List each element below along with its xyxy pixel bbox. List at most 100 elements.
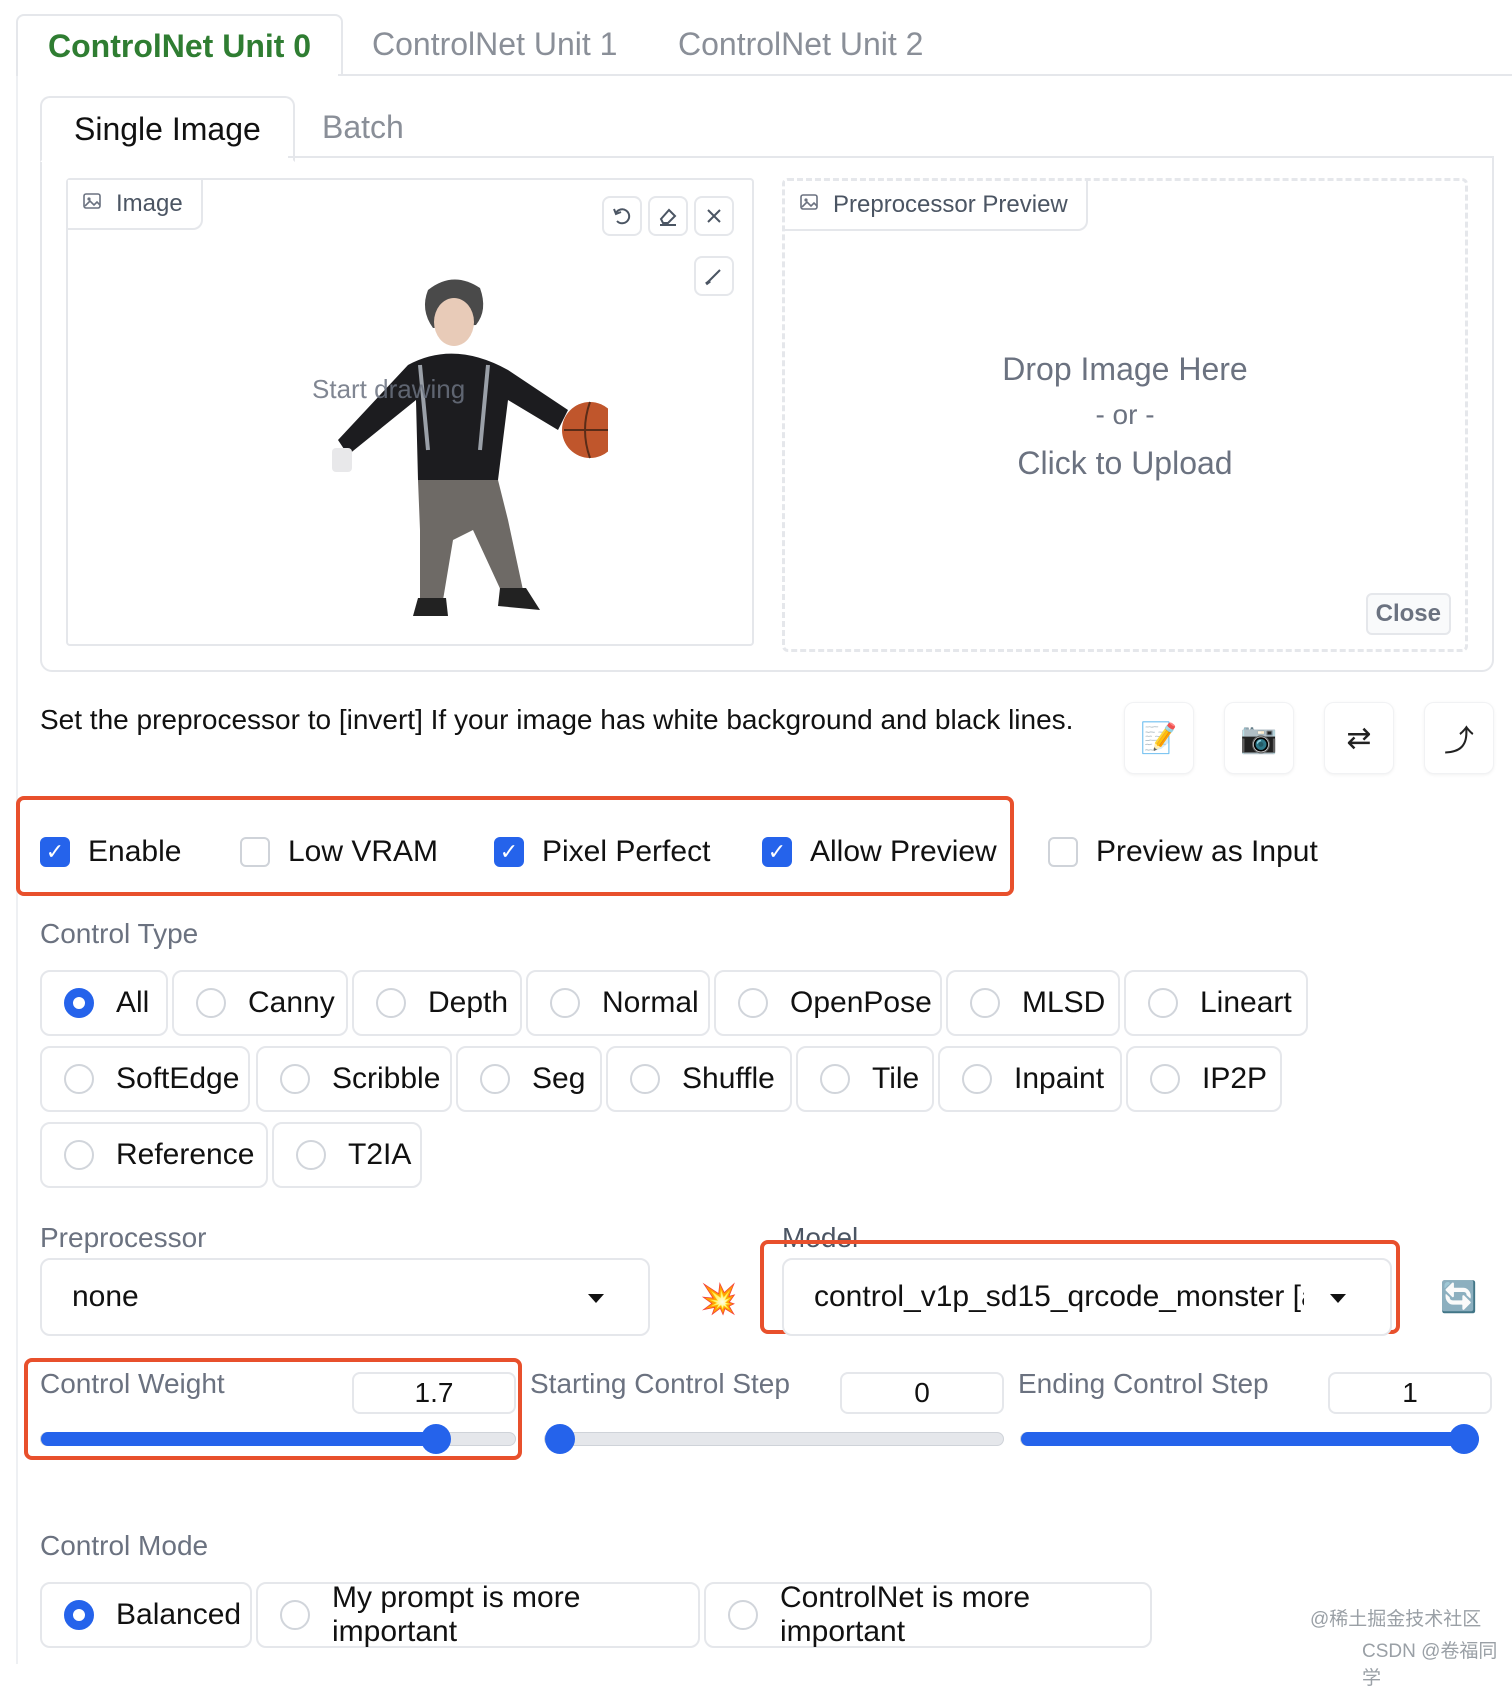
radio-label: Seg [532,1062,586,1095]
radio-label: Lineart [1200,986,1292,1019]
radio-circle[interactable] [1150,1064,1180,1094]
radio-circle[interactable] [1148,988,1178,1018]
tab-controlnet-unit-2[interactable]: ControlNet Unit 2 [678,14,923,74]
radio-circle[interactable] [820,1064,850,1094]
radio-circle[interactable] [962,1064,992,1094]
watermark-juejin: @稀土掘金技术社区 [1310,1609,1482,1630]
radio-circle[interactable] [550,988,580,1018]
radio-circle[interactable] [64,988,94,1018]
tab-single-image[interactable]: Single Image [40,96,295,162]
close-preview-button[interactable]: Close [1365,593,1451,635]
radio-circle[interactable] [738,988,768,1018]
checkbox-box[interactable]: ✓ [40,837,70,867]
preprocessor-preview-dropzone[interactable]: Preprocessor Preview Drop Image Here - o… [782,178,1468,652]
edit-button[interactable]: 📝 [1124,702,1194,774]
radio-label: Normal [602,986,699,1019]
clear-button[interactable] [694,196,734,236]
radio-circle[interactable] [480,1064,510,1094]
control-type-all-radio[interactable]: All [40,970,168,1036]
starting-step-label: Starting Control Step [530,1368,790,1399]
camera-button[interactable]: 📷 [1224,702,1294,774]
radio-circle[interactable] [196,988,226,1018]
radio-label: Tile [872,1062,920,1095]
model-value: control_v1p_sd15_qrcode_monster [a6e5899… [814,1280,1304,1313]
slider-thumb[interactable] [1449,1424,1479,1454]
undo-button[interactable] [602,196,642,236]
control-type-mlsd-radio[interactable]: MLSD [946,970,1120,1036]
radio-circle[interactable] [64,1600,94,1630]
control-type-t2ia-radio[interactable]: T2IA [272,1122,422,1188]
slider-fill [1021,1432,1479,1446]
control-mode-radio-2[interactable]: ControlNet is more important [704,1581,1152,1648]
tab-controlnet-unit-1[interactable]: ControlNet Unit 1 [372,14,617,74]
checkbox-label: Low VRAM [288,835,439,868]
radio-circle[interactable] [64,1064,94,1094]
control-mode-radio-1[interactable]: My prompt is more important [256,1581,700,1648]
image-icon [799,191,819,219]
radio-circle[interactable] [376,988,406,1018]
allow-preview-checkbox[interactable]: ✓ Allow Preview [762,832,997,872]
checkbox-box[interactable] [1048,837,1078,867]
low-vram-checkbox[interactable]: Low VRAM [240,832,438,872]
preview-as-input-checkbox[interactable]: Preview as Input [1048,832,1318,872]
ending-step-slider[interactable] [1020,1424,1479,1454]
radio-circle[interactable] [970,988,1000,1018]
control-type-reference-radio[interactable]: Reference [40,1122,268,1188]
radio-circle[interactable] [64,1140,94,1170]
control-mode-radio-0[interactable]: Balanced [40,1582,252,1648]
control-type-tile-radio[interactable]: Tile [796,1046,934,1112]
tab-divider [338,74,1512,76]
radio-label: Balanced [116,1598,242,1631]
radio-circle[interactable] [280,1600,310,1630]
radio-circle[interactable] [630,1064,660,1094]
checkbox-label: Enable [88,835,182,868]
control-weight-slider[interactable] [40,1424,516,1454]
control-type-softedge-radio[interactable]: SoftEdge [40,1046,250,1112]
canvas-hint: Start drawing [312,374,466,404]
radio-label: Inpaint [1014,1062,1105,1095]
ending-step-input[interactable]: 1 [1328,1372,1492,1414]
checkbox-box[interactable]: ✓ [762,837,792,867]
checkbox-box[interactable]: ✓ [494,837,524,867]
checkbox-box[interactable] [240,837,270,867]
drop-image-text: Drop Image Here [1002,351,1248,387]
control-type-shuffle-radio[interactable]: Shuffle [606,1046,792,1112]
tab-divider [288,156,1492,158]
pixel-perfect-checkbox[interactable]: ✓ Pixel Perfect [494,832,710,872]
slider-thumb[interactable] [421,1424,452,1454]
control-type-normal-radio[interactable]: Normal [526,970,710,1036]
model-select[interactable]: control_v1p_sd15_qrcode_monster [a6e5899… [782,1258,1392,1336]
control-type-lineart-radio[interactable]: Lineart [1124,970,1308,1036]
brush-button[interactable] [694,256,734,296]
radio-circle[interactable] [728,1600,758,1630]
tab-controlnet-unit-0[interactable]: ControlNet Unit 0 [16,14,344,76]
radio-circle[interactable] [280,1064,310,1094]
eraser-button[interactable] [648,196,688,236]
starting-step-slider[interactable] [544,1424,1004,1454]
refresh-models-button[interactable]: 🔄 [1440,1280,1477,1315]
control-type-depth-radio[interactable]: Depth [352,970,522,1036]
control-type-inpaint-radio[interactable]: Inpaint [938,1046,1122,1112]
run-preprocessor-button[interactable]: 💥 [700,1282,737,1317]
eraser-icon [659,208,677,226]
preprocessor-select[interactable]: none [40,1258,650,1336]
radio-circle[interactable] [296,1140,326,1170]
ending-step-label: Ending Control Step [1018,1368,1269,1399]
control-type-scribble-radio[interactable]: Scribble [256,1046,452,1112]
radio-label: Depth [428,986,509,1019]
send-dimensions-button[interactable]: ⤴ [1424,702,1494,774]
slider-thumb[interactable] [545,1424,575,1454]
control-type-ip2p-radio[interactable]: IP2P [1126,1046,1282,1112]
tab-batch[interactable]: Batch [322,96,404,158]
control-weight-input[interactable]: 1.7 [352,1372,516,1414]
starting-step-input[interactable]: 0 [840,1372,1004,1414]
control-type-seg-radio[interactable]: Seg [456,1046,602,1112]
image-canvas[interactable]: Image Start drawing [66,178,754,646]
radio-label: All [116,986,150,1019]
enable-checkbox[interactable]: ✓ Enable [40,832,181,872]
control-type-openpose-radio[interactable]: OpenPose [714,970,942,1036]
preview-panel-label: Preprocessor Preview [785,181,1088,231]
swap-button[interactable]: ⇄ [1324,702,1394,774]
control-type-canny-radio[interactable]: Canny [172,970,348,1036]
image-panel-label: Image [68,180,203,230]
